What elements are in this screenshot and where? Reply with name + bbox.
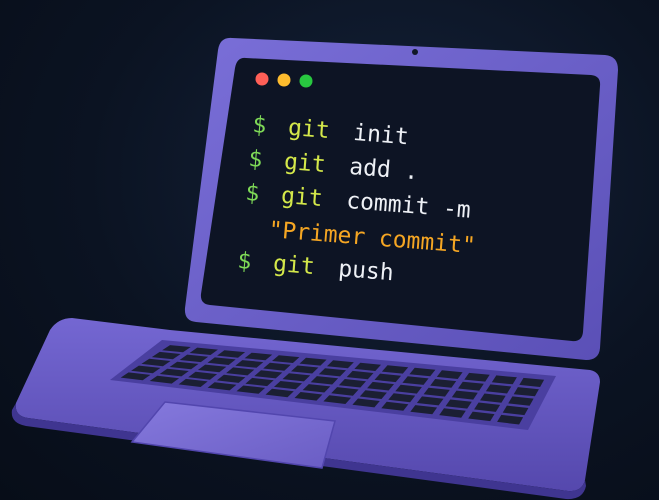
command-text: git (280, 183, 323, 212)
webcam-icon (412, 49, 418, 55)
minimize-dot-icon (277, 73, 291, 87)
argument-text: init (352, 120, 409, 150)
prompt-symbol: $ (245, 180, 261, 207)
prompt-symbol: $ (252, 112, 268, 139)
argument-text: push (337, 256, 394, 286)
argument-text: add . (348, 154, 419, 185)
command-text: git (283, 149, 326, 178)
close-dot-icon (255, 72, 269, 86)
illustration-stage: $ git init $ git add . $ git commit -m "… (0, 0, 659, 500)
prompt-symbol: $ (237, 248, 253, 275)
prompt-symbol: $ (248, 146, 264, 173)
laptop-illustration: $ git init $ git add . $ git commit -m "… (11, 37, 618, 500)
command-text: git (272, 251, 315, 280)
command-text: git (287, 115, 330, 144)
maximize-dot-icon (299, 74, 313, 88)
